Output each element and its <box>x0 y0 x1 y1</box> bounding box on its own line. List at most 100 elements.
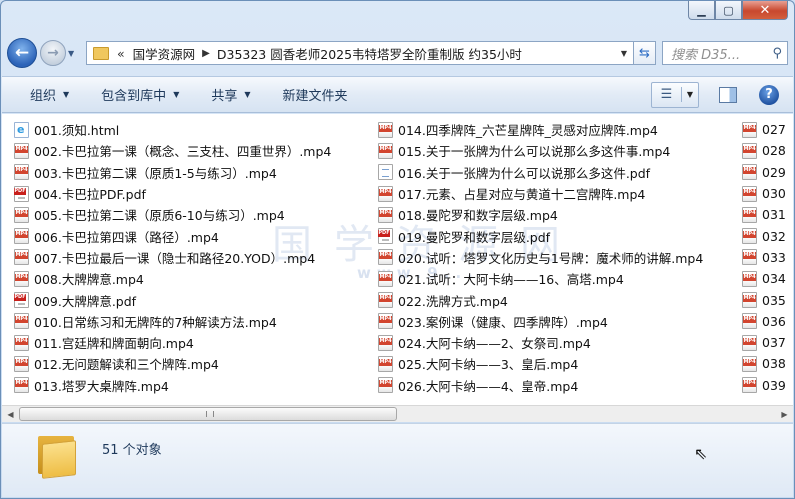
breadcrumb-item-current[interactable]: D35323 圆香老师2025韦特塔罗全阶重制版 约35小时 <box>217 44 522 63</box>
help-icon[interactable]: ? <box>759 84 779 105</box>
file-item[interactable]: 038 <box>742 353 786 374</box>
file-item[interactable]: 014.四季牌阵_六芒星牌阵_灵感对应牌阵.mp4 <box>378 119 703 140</box>
file-item[interactable]: 002.卡巴拉第一课（概念、三支柱、四重世界）.mp4 <box>14 140 331 161</box>
mp4-file-icon <box>14 313 29 330</box>
mp4-file-icon <box>742 270 757 287</box>
file-item[interactable]: 024.大阿卡纳——2、女祭司.mp4 <box>378 332 703 353</box>
file-item[interactable]: 001.须知.html <box>14 119 331 140</box>
file-item[interactable]: 033 <box>742 247 786 268</box>
file-item[interactable]: 034 <box>742 268 786 289</box>
file-item[interactable]: 023.案例课（健康、四季牌阵）.mp4 <box>378 311 703 332</box>
horizontal-scrollbar[interactable]: ◀ ▶ <box>2 405 793 422</box>
file-item[interactable]: 015.关于一张牌为什么可以说那么多这件事.mp4 <box>378 140 703 161</box>
scroll-thumb[interactable] <box>19 406 397 421</box>
view-dropdown-icon[interactable]: ▼ <box>682 90 698 99</box>
scroll-left-icon[interactable]: ◀ <box>2 406 19 423</box>
file-name: 007.卡巴拉最后一课（隐士和路径20.YOD）.mp4 <box>34 250 316 266</box>
file-item[interactable]: 039 <box>742 375 786 396</box>
file-item[interactable]: 026.大阿卡纳——4、皇帝.mp4 <box>378 375 703 396</box>
forward-button[interactable]: → <box>40 40 66 66</box>
mp4-file-icon <box>378 142 393 159</box>
new-folder-button[interactable]: 新建文件夹 <box>283 85 348 104</box>
mp4-file-icon <box>742 292 757 309</box>
close-button[interactable]: ✕ <box>742 1 788 20</box>
organize-label: 组织 <box>30 89 57 104</box>
item-count: 51 个对象 <box>102 443 162 458</box>
file-item[interactable]: 020.试听：塔罗文化历史与1号牌：魔术师的讲解.mp4 <box>378 247 703 268</box>
maximize-button[interactable]: ▢ <box>715 1 742 20</box>
include-library-label: 包含到库中 <box>101 89 167 104</box>
file-item[interactable]: 013.塔罗大桌牌阵.mp4 <box>14 375 331 396</box>
file-item[interactable]: 032 <box>742 225 786 246</box>
mp4-file-icon <box>742 334 757 351</box>
file-list-pane: 国学资源网 www.9... 001.须知.html002.卡巴拉第一课（概念、… <box>2 114 793 405</box>
back-button[interactable]: ← <box>7 38 37 68</box>
folder-icon <box>93 46 109 60</box>
file-item[interactable]: 012.无问题解读和三个牌阵.mp4 <box>14 353 331 374</box>
mp4-file-icon <box>742 142 757 159</box>
file-name: 016.关于一张牌为什么可以说那么多这件.pdf <box>398 165 651 181</box>
breadcrumb-separator-icon[interactable]: ▶ <box>202 48 210 59</box>
file-item[interactable]: 029 <box>742 162 786 183</box>
doc-file-icon <box>378 164 393 181</box>
address-bar[interactable]: « 国学资源网 ▶ D35323 圆香老师2025韦特塔罗全阶重制版 约35小时… <box>86 41 634 65</box>
list-view-icon[interactable]: ☰ <box>652 87 682 102</box>
file-item[interactable]: 009.大牌牌意.pdf <box>14 289 331 310</box>
file-item[interactable]: 035 <box>742 289 786 310</box>
search-input[interactable]: 搜索 D35... ⚲ <box>662 41 788 65</box>
file-item[interactable]: 037 <box>742 332 786 353</box>
file-item[interactable]: 008.大牌牌意.mp4 <box>14 268 331 289</box>
scroll-right-icon[interactable]: ▶ <box>776 406 793 423</box>
file-item[interactable]: 030 <box>742 183 786 204</box>
mp4-file-icon <box>14 164 29 181</box>
file-item[interactable]: 036 <box>742 311 786 332</box>
file-item[interactable]: 027 <box>742 119 786 140</box>
file-name: 034 <box>762 271 786 287</box>
details-pane: 51 个对象 <box>2 423 793 497</box>
file-item[interactable]: 011.宫廷牌和牌面朝向.mp4 <box>14 332 331 353</box>
explorer-window: ▁ ▢ ✕ ← → ▼ « 国学资源网 ▶ D35323 圆香老师2025韦特塔… <box>0 0 795 499</box>
file-item[interactable]: 006.卡巴拉第四课（路径）.mp4 <box>14 225 331 246</box>
command-bar: 组织 ▼ 包含到库中 ▼ 共享 ▼ 新建文件夹 ☰ ▼ ? <box>2 76 793 113</box>
scroll-track[interactable] <box>19 406 776 423</box>
file-name: 029 <box>762 164 786 180</box>
minimize-button[interactable]: ▁ <box>688 1 715 20</box>
file-item[interactable]: 016.关于一张牌为什么可以说那么多这件.pdf <box>378 162 703 183</box>
file-item[interactable]: 004.卡巴拉PDF.pdf <box>14 183 331 204</box>
file-item[interactable]: 021.试听：大阿卡纳——16、高塔.mp4 <box>378 268 703 289</box>
file-item[interactable]: 028 <box>742 140 786 161</box>
organize-menu[interactable]: 组织 ▼ <box>30 85 69 104</box>
file-item[interactable]: 019.曼陀罗和数字层级.pdf <box>378 225 703 246</box>
file-name: 022.洗牌方式.mp4 <box>398 293 508 309</box>
recent-pages-dropdown[interactable]: ▼ <box>68 49 80 58</box>
file-item[interactable]: 007.卡巴拉最后一课（隐士和路径20.YOD）.mp4 <box>14 247 331 268</box>
file-name: 006.卡巴拉第四课（路径）.mp4 <box>34 229 219 245</box>
file-column-2: 014.四季牌阵_六芒星牌阵_灵感对应牌阵.mp4 015.关于一张牌为什么可以说… <box>378 119 703 396</box>
address-dropdown-icon[interactable]: ▼ <box>615 49 633 58</box>
file-item[interactable]: 031 <box>742 204 786 225</box>
file-item[interactable]: 010.日常练习和无牌阵的7种解读方法.mp4 <box>14 311 331 332</box>
include-in-library-menu[interactable]: 包含到库中 ▼ <box>101 85 179 104</box>
search-icon[interactable]: ⚲ <box>772 46 782 61</box>
chevron-left-icon[interactable]: « <box>117 46 125 61</box>
file-item[interactable]: 018.曼陀罗和数字层级.mp4 <box>378 204 703 225</box>
mp4-file-icon <box>742 228 757 245</box>
file-name: 033 <box>762 249 786 265</box>
mp4-file-icon <box>378 206 393 223</box>
mp4-file-icon <box>14 270 29 287</box>
preview-pane-icon[interactable] <box>719 86 737 103</box>
file-name: 031 <box>762 207 786 223</box>
file-item[interactable]: 022.洗牌方式.mp4 <box>378 289 703 310</box>
breadcrumb-item[interactable]: 国学资源网 <box>133 44 196 63</box>
share-menu[interactable]: 共享 ▼ <box>211 85 250 104</box>
refresh-button[interactable]: ⇆ <box>634 41 656 65</box>
change-view-button[interactable]: ☰ ▼ <box>651 81 699 108</box>
file-name: 012.无问题解读和三个牌阵.mp4 <box>34 357 219 373</box>
file-item[interactable]: 003.卡巴拉第二课（原质1-5与练习）.mp4 <box>14 162 331 183</box>
file-item[interactable]: 017.元素、占星对应与黄道十二宫牌阵.mp4 <box>378 183 703 204</box>
file-item[interactable]: 025.大阿卡纳——3、皇后.mp4 <box>378 353 703 374</box>
scroll-grip-icon <box>206 410 214 417</box>
file-item[interactable]: 005.卡巴拉第二课（原质6-10与练习）.mp4 <box>14 204 331 225</box>
file-name: 020.试听：塔罗文化历史与1号牌：魔术师的讲解.mp4 <box>398 250 704 266</box>
mp4-file-icon <box>378 377 393 394</box>
